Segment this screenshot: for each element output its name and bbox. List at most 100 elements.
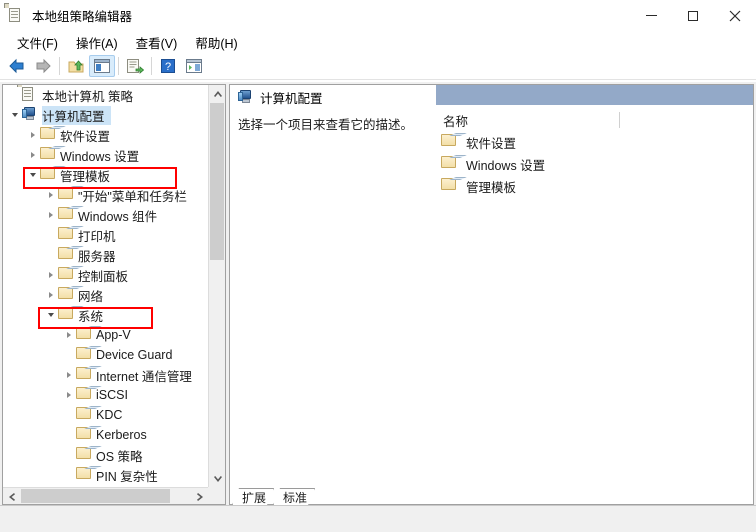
scroll-left-arrow[interactable] [3, 488, 20, 505]
tree-expander-none [61, 345, 76, 365]
tree-node-label: App-V [96, 328, 131, 342]
items-list[interactable]: 名称 软件设置 Windows 设置 管理模板 [430, 109, 753, 504]
tree-node-kdc[interactable]: KDC [3, 405, 208, 425]
back-arrow-icon [9, 58, 24, 74]
tree-expander-right-icon[interactable] [61, 325, 76, 345]
description-text: 选择一个项目来查看它的描述。 [238, 118, 414, 132]
tree-node-label: 服务器 [78, 249, 116, 264]
computer-config-icon [238, 89, 254, 106]
list-item[interactable]: 软件设置 [431, 131, 753, 153]
list-column-header[interactable]: 名称 [431, 109, 753, 131]
menu-action[interactable]: 操作(A) [67, 31, 127, 54]
tree-expander-down-icon[interactable] [25, 165, 40, 185]
forward-button[interactable] [30, 55, 56, 77]
tree-view[interactable]: 本地计算机 策略 计算机配置 软件设置 Windows 设置 管理模板 "开始"… [3, 85, 208, 487]
tree-expander-none [61, 465, 76, 485]
tree-expander-none [43, 225, 58, 245]
tree-node-start-menu-taskbar[interactable]: "开始"菜单和任务栏 [3, 185, 208, 205]
up-folder-button[interactable] [63, 55, 89, 77]
tree-node-label: Windows 设置 [60, 149, 140, 164]
policy-document-icon [17, 85, 38, 103]
column-separator[interactable] [619, 112, 620, 128]
tree-expander-right-icon[interactable] [43, 265, 58, 285]
minimize-button[interactable] [630, 0, 672, 31]
tree-expander-down-icon[interactable] [43, 305, 58, 325]
local-group-policy-editor-window: 本地组策略编辑器 文件(F) 操作(A) 查看(V) 帮助(H) ? 本地计算机… [0, 0, 756, 532]
details-header: 计算机配置 [230, 85, 753, 109]
tree-node-network[interactable]: 网络 [3, 285, 208, 305]
tree-node-pin-complexity[interactable]: PIN 复杂性 [3, 465, 208, 485]
export-list-icon [127, 59, 144, 74]
window-controls [630, 0, 756, 31]
tree-vertical-scroll-thumb[interactable] [210, 103, 224, 260]
tree-expander-right-icon[interactable] [25, 145, 40, 165]
tree-expander-right-icon[interactable] [43, 205, 58, 225]
tree-node-label: Kerberos [96, 428, 147, 442]
tree-vertical-scrollbar[interactable] [208, 85, 225, 487]
tab-extended[interactable]: 扩展 [232, 488, 274, 505]
tree-node-software-settings[interactable]: 软件设置 [3, 125, 208, 145]
list-item[interactable]: 管理模板 [431, 175, 753, 197]
scroll-right-arrow[interactable] [191, 488, 208, 505]
scroll-up-arrow[interactable] [209, 85, 226, 102]
tree-node-label: Windows 组件 [78, 209, 158, 224]
export-list-button[interactable] [122, 55, 148, 77]
tree-expander-right-icon[interactable] [61, 365, 76, 385]
folder-icon [58, 187, 74, 203]
tree-node-kerberos[interactable]: Kerberos [3, 425, 208, 445]
menu-view[interactable]: 查看(V) [127, 31, 187, 54]
tree-node-printers[interactable]: 打印机 [3, 225, 208, 245]
maximize-button[interactable] [672, 0, 714, 31]
tab-label: 标准 [283, 490, 308, 505]
tree-expander-right-icon[interactable] [43, 285, 58, 305]
tree-node-label: iSCSI [96, 388, 128, 402]
tree-node-computer-configuration[interactable]: 计算机配置 [3, 105, 208, 125]
menu-bar: 文件(F) 操作(A) 查看(V) 帮助(H) [0, 31, 756, 53]
tree-node-windows-components[interactable]: Windows 组件 [3, 205, 208, 225]
content-area: 本地计算机 策略 计算机配置 软件设置 Windows 设置 管理模板 "开始"… [0, 82, 756, 505]
tab-standard[interactable]: 标准 [273, 488, 315, 505]
tree-node-administrative-templates[interactable]: 管理模板 [3, 165, 208, 185]
tree-expander-none [61, 405, 76, 425]
tree-node-label: 系统 [78, 309, 104, 324]
maximize-icon [688, 10, 698, 21]
view-tab-strip: 扩展 标准 [232, 486, 314, 505]
tree-node-windows-settings[interactable]: Windows 设置 [3, 145, 208, 165]
up-folder-icon [68, 60, 84, 73]
scrollbar-corner [208, 487, 225, 504]
tree-node-internet-communication[interactable]: Internet 通信管理 [3, 365, 208, 385]
tree-expander-down-icon[interactable] [7, 105, 22, 125]
tree-expander-right-icon[interactable] [61, 385, 76, 405]
list-item[interactable]: Windows 设置 [431, 153, 753, 175]
tree-horizontal-scrollbar[interactable] [3, 487, 208, 504]
details-header-title: 计算机配置 [260, 92, 323, 106]
folder-icon [76, 367, 92, 383]
tree-expander-none [61, 425, 76, 445]
tree-node-label: KDC [96, 408, 123, 422]
menu-help[interactable]: 帮助(H) [186, 31, 246, 54]
tree-node-iscsi[interactable]: iSCSI [3, 385, 208, 405]
tree-node-app-v[interactable]: App-V [3, 325, 208, 345]
back-button[interactable] [4, 55, 30, 77]
show-tree-button[interactable] [89, 55, 115, 77]
tree-node-os-policy[interactable]: OS 策略 [3, 445, 208, 465]
column-header-name: 名称 [443, 114, 469, 129]
tree-horizontal-scroll-thumb[interactable] [21, 489, 170, 503]
tree-node-server[interactable]: 服务器 [3, 245, 208, 265]
help-button[interactable]: ? [155, 55, 181, 77]
folder-icon [441, 156, 457, 172]
tree-expander-right-icon[interactable] [25, 125, 40, 145]
tree-node-local-computer-policy[interactable]: 本地计算机 策略 [3, 85, 208, 105]
tree-node-label: 管理模板 [60, 169, 111, 184]
tree-expander-right-icon[interactable] [43, 185, 58, 205]
close-button[interactable] [714, 0, 756, 31]
tree-node-label: 软件设置 [60, 129, 111, 144]
console-tree-pane: 本地计算机 策略 计算机配置 软件设置 Windows 设置 管理模板 "开始"… [2, 84, 226, 505]
title-bar: 本地组策略编辑器 [0, 0, 756, 31]
scroll-down-arrow[interactable] [209, 470, 226, 487]
properties-button[interactable] [181, 55, 207, 77]
menu-file[interactable]: 文件(F) [8, 31, 67, 54]
tree-node-device-guard[interactable]: Device Guard [3, 345, 208, 365]
tree-node-system[interactable]: 系统 [3, 305, 208, 325]
tree-node-control-panel[interactable]: 控制面板 [3, 265, 208, 285]
